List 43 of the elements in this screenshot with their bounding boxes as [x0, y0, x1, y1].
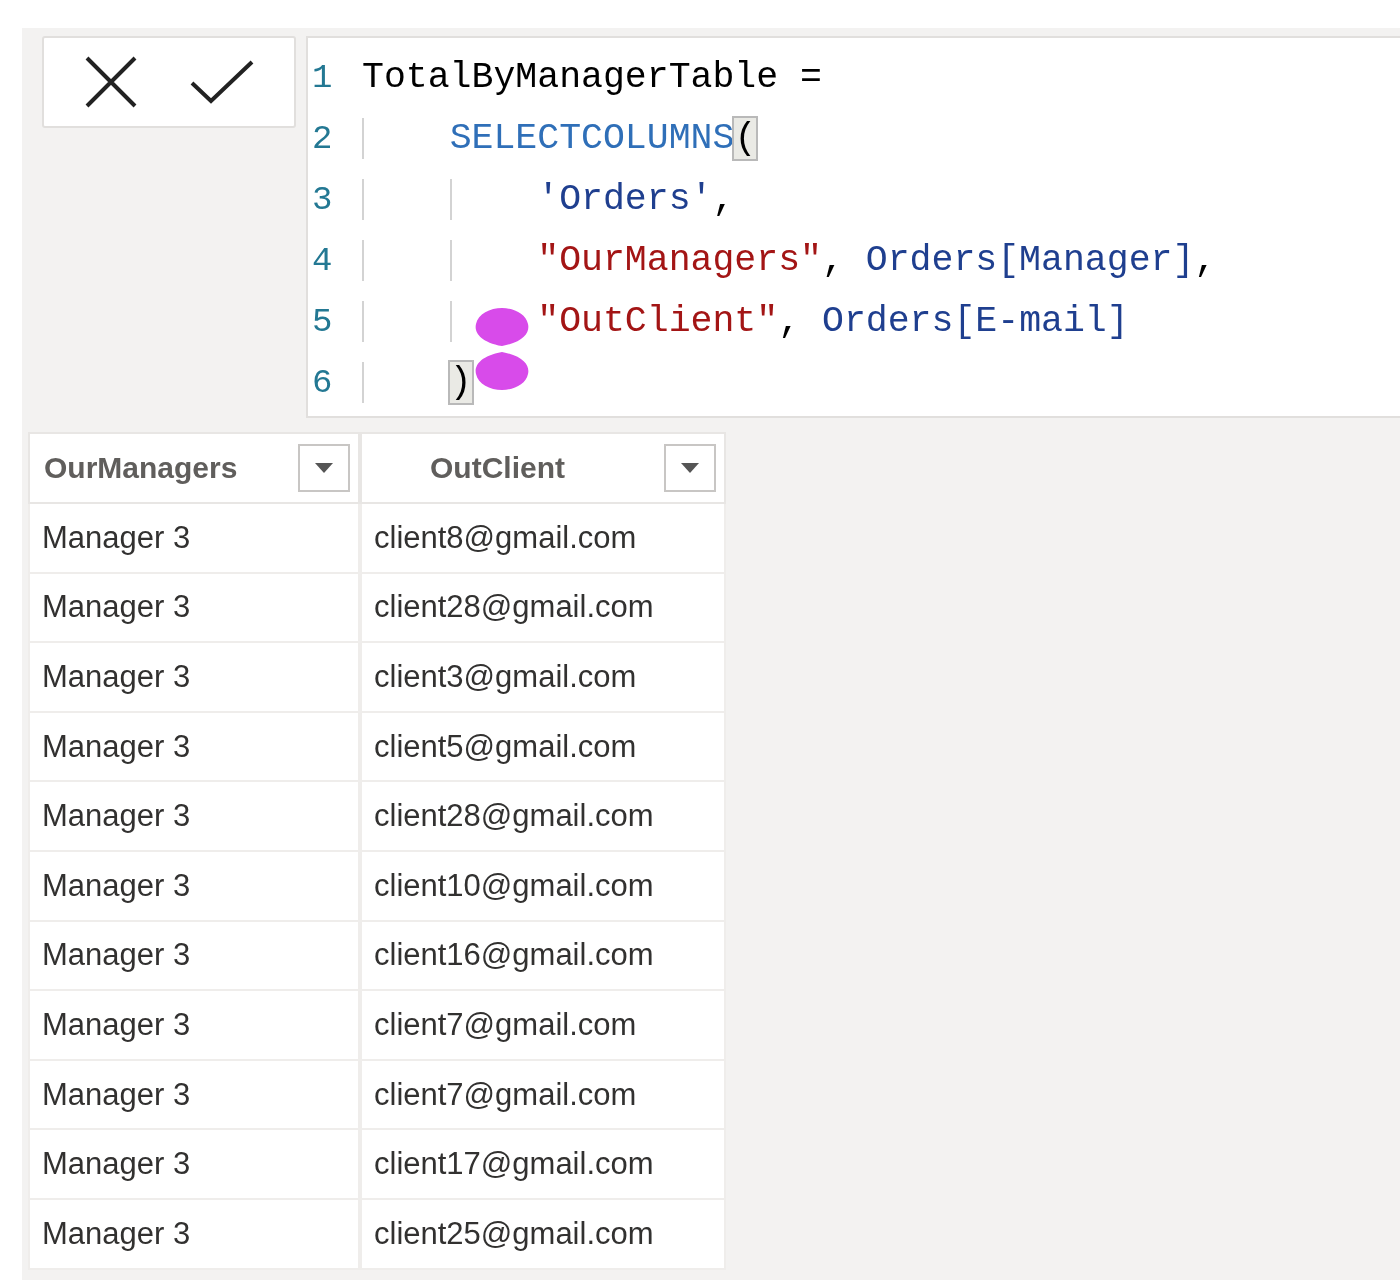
table-cell: client3@gmail.com	[360, 643, 726, 713]
table-cell: client25@gmail.com	[360, 1199, 726, 1270]
table-cell: Manager 3	[28, 921, 360, 992]
line-number: 3	[311, 180, 334, 219]
table-cell: Manager 3	[28, 1199, 360, 1270]
table-cell: client10@gmail.com	[360, 851, 726, 922]
table-cell: Manager 3	[28, 712, 360, 783]
table-cell: client16@gmail.com	[360, 921, 726, 992]
table-cell: Manager 3	[28, 504, 360, 574]
checkmark-icon	[189, 59, 255, 105]
code-line: "OurManagers", Orders[Manager],	[362, 240, 1217, 281]
code-line: )	[362, 362, 472, 403]
table-cell: client28@gmail.com	[360, 782, 726, 852]
close-icon	[83, 54, 139, 110]
caret-icon	[681, 463, 699, 473]
filter-dropdown-button[interactable]	[298, 444, 350, 492]
code-line: SELECTCOLUMNS(	[362, 118, 757, 159]
column-header: OurManagers	[44, 451, 238, 485]
table-cell: Manager 3	[28, 1060, 360, 1131]
table-cell: client17@gmail.com	[360, 1130, 726, 1200]
table-cell: Manager 3	[28, 782, 360, 852]
table-cell: client7@gmail.com	[360, 1060, 726, 1131]
column-header: OutClient	[430, 451, 565, 485]
formula-editor[interactable]: 1 TotalByManagerTable = 2 SELECTCOLUMNS( 3 'Orders', 4 "OurManagers", Orders[Manager], 5 "OutClient", Orders[E-mail] 6 )	[306, 36, 1400, 418]
caret-icon	[315, 463, 333, 473]
line-number: 4	[311, 241, 334, 280]
line-number: 1	[311, 58, 334, 97]
code-line: 'Orders',	[362, 179, 735, 220]
table-cell: Manager 3	[28, 573, 360, 644]
code-line: "OutClient", Orders[E-mail]	[362, 301, 1129, 342]
filter-dropdown-button[interactable]	[664, 444, 716, 492]
table-cell: client8@gmail.com	[360, 504, 726, 574]
line-number: 6	[311, 363, 334, 402]
table-cell: Manager 3	[28, 991, 360, 1061]
table-cell: Manager 3	[28, 851, 360, 922]
table-cell: Manager 3	[28, 1130, 360, 1200]
line-number: 2	[311, 119, 334, 158]
table-cell: client28@gmail.com	[360, 573, 726, 644]
code-line: TotalByManagerTable =	[362, 57, 822, 98]
table-cell: client5@gmail.com	[360, 712, 726, 783]
table-cell: client7@gmail.com	[360, 991, 726, 1061]
line-number: 5	[311, 302, 334, 341]
table-cell: Manager 3	[28, 643, 360, 713]
